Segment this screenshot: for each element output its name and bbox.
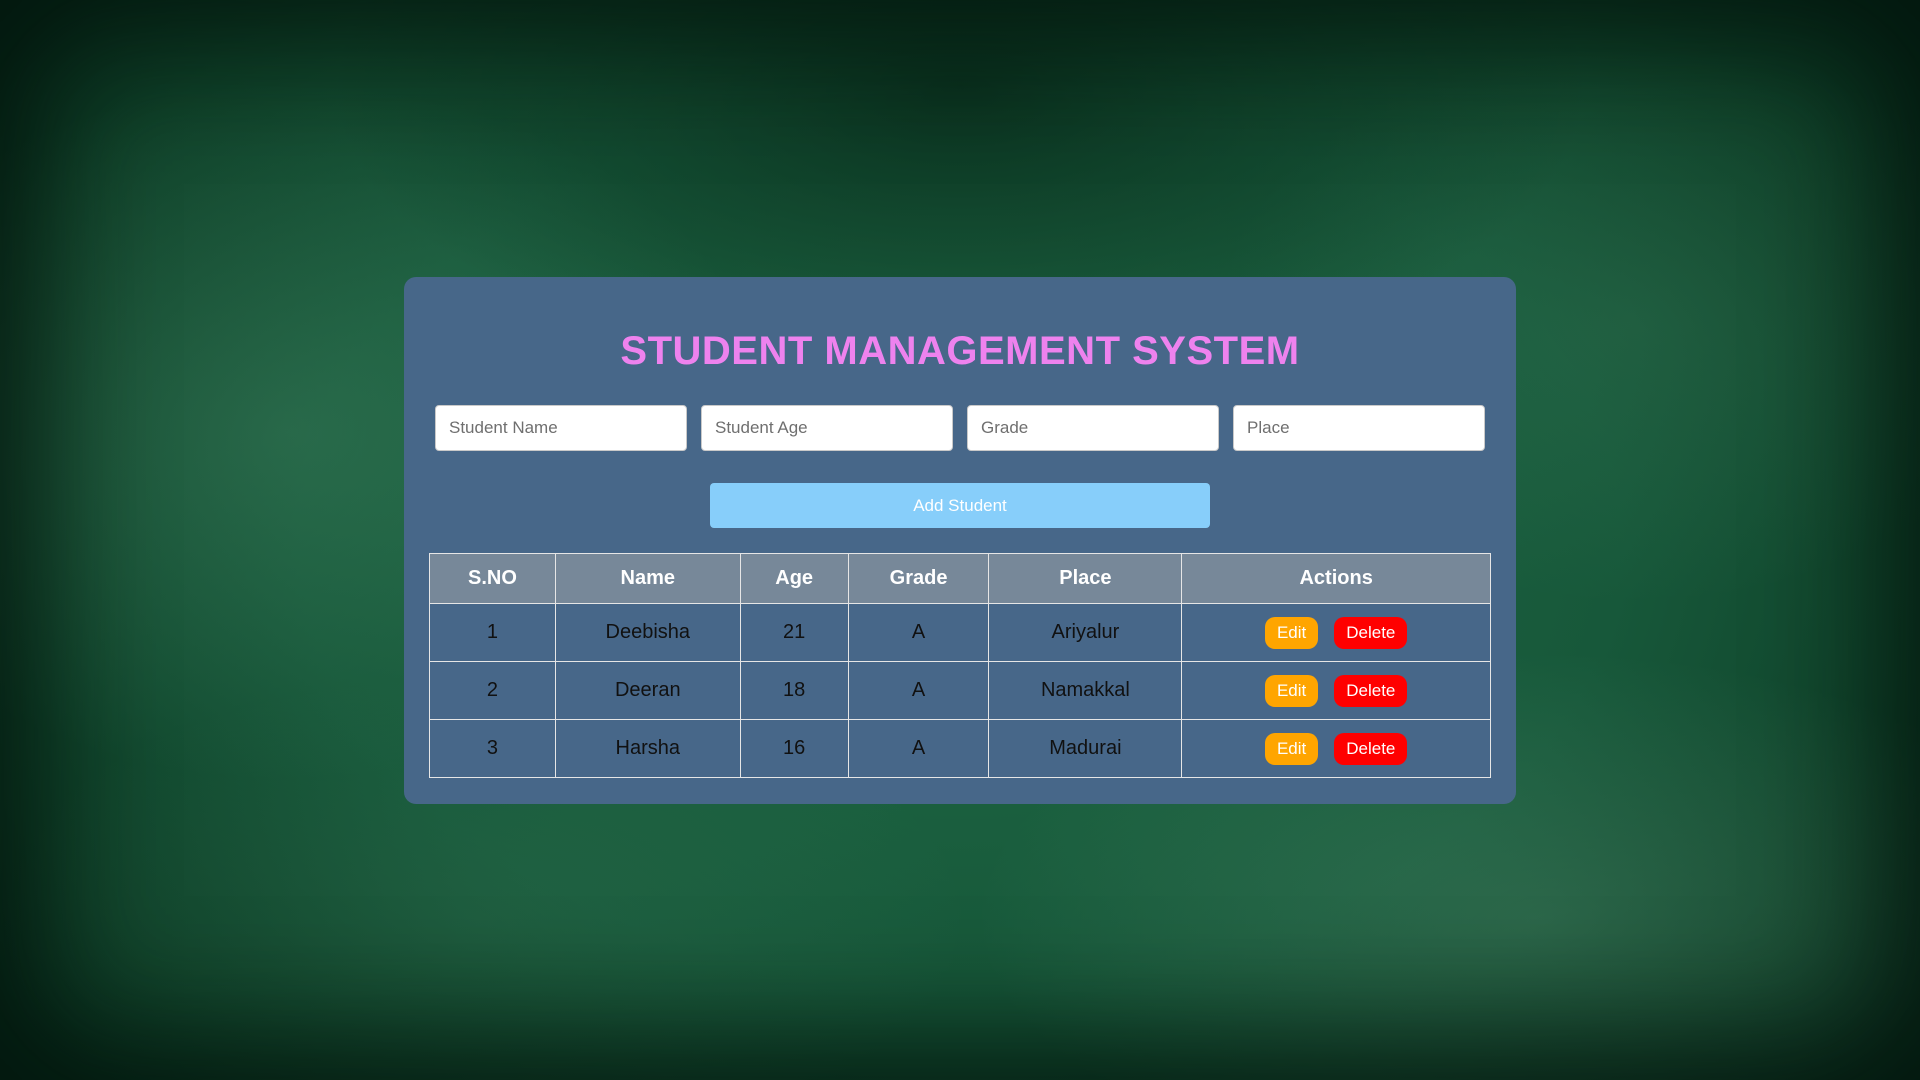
cell-actions: Edit Delete bbox=[1181, 661, 1491, 720]
student-age-input[interactable] bbox=[701, 405, 953, 451]
cell-name: Deeran bbox=[554, 661, 741, 720]
cell-actions: Edit Delete bbox=[1181, 719, 1491, 778]
student-name-input[interactable] bbox=[435, 405, 687, 451]
cell-name: Harsha bbox=[554, 719, 741, 778]
cell-sno: 1 bbox=[429, 603, 556, 662]
header-place: Place bbox=[988, 553, 1183, 604]
header-name: Name bbox=[554, 553, 741, 604]
edit-button[interactable]: Edit bbox=[1264, 616, 1319, 649]
page-title: STUDENT MANAGEMENT SYSTEM bbox=[620, 329, 1300, 373]
add-student-button[interactable]: Add Student bbox=[710, 483, 1210, 528]
delete-button[interactable]: Delete bbox=[1334, 616, 1408, 649]
cell-name: Deebisha bbox=[554, 603, 741, 662]
delete-button[interactable]: Delete bbox=[1334, 732, 1408, 765]
student-management-panel: STUDENT MANAGEMENT SYSTEM Add Student S.… bbox=[404, 277, 1516, 804]
cell-grade: A bbox=[847, 661, 990, 720]
cell-place: Namakkal bbox=[988, 661, 1183, 720]
table-row: 3 Harsha 16 A Madurai Edit Delete bbox=[429, 719, 1491, 778]
header-sno: S.NO bbox=[429, 553, 556, 604]
header-actions: Actions bbox=[1181, 553, 1491, 604]
table-row: 2 Deeran 18 A Namakkal Edit Delete bbox=[429, 661, 1491, 720]
cell-place: Ariyalur bbox=[988, 603, 1183, 662]
edit-button[interactable]: Edit bbox=[1264, 674, 1319, 707]
cell-grade: A bbox=[847, 719, 990, 778]
cell-age: 18 bbox=[739, 661, 849, 720]
cell-sno: 2 bbox=[429, 661, 556, 720]
cell-age: 21 bbox=[739, 603, 849, 662]
table-header-row: S.NO Name Age Grade Place Actions bbox=[429, 553, 1491, 604]
grade-input[interactable] bbox=[967, 405, 1219, 451]
table-row: 1 Deebisha 21 A Ariyalur Edit Delete bbox=[429, 603, 1491, 662]
cell-place: Madurai bbox=[988, 719, 1183, 778]
student-form bbox=[435, 405, 1485, 451]
cell-grade: A bbox=[847, 603, 990, 662]
header-grade: Grade bbox=[847, 553, 990, 604]
cell-sno: 3 bbox=[429, 719, 556, 778]
delete-button[interactable]: Delete bbox=[1334, 674, 1408, 707]
header-age: Age bbox=[739, 553, 849, 604]
place-input[interactable] bbox=[1233, 405, 1485, 451]
cell-age: 16 bbox=[739, 719, 849, 778]
students-table: S.NO Name Age Grade Place Actions 1 Deeb… bbox=[429, 553, 1491, 778]
edit-button[interactable]: Edit bbox=[1264, 732, 1319, 765]
cell-actions: Edit Delete bbox=[1181, 603, 1491, 662]
